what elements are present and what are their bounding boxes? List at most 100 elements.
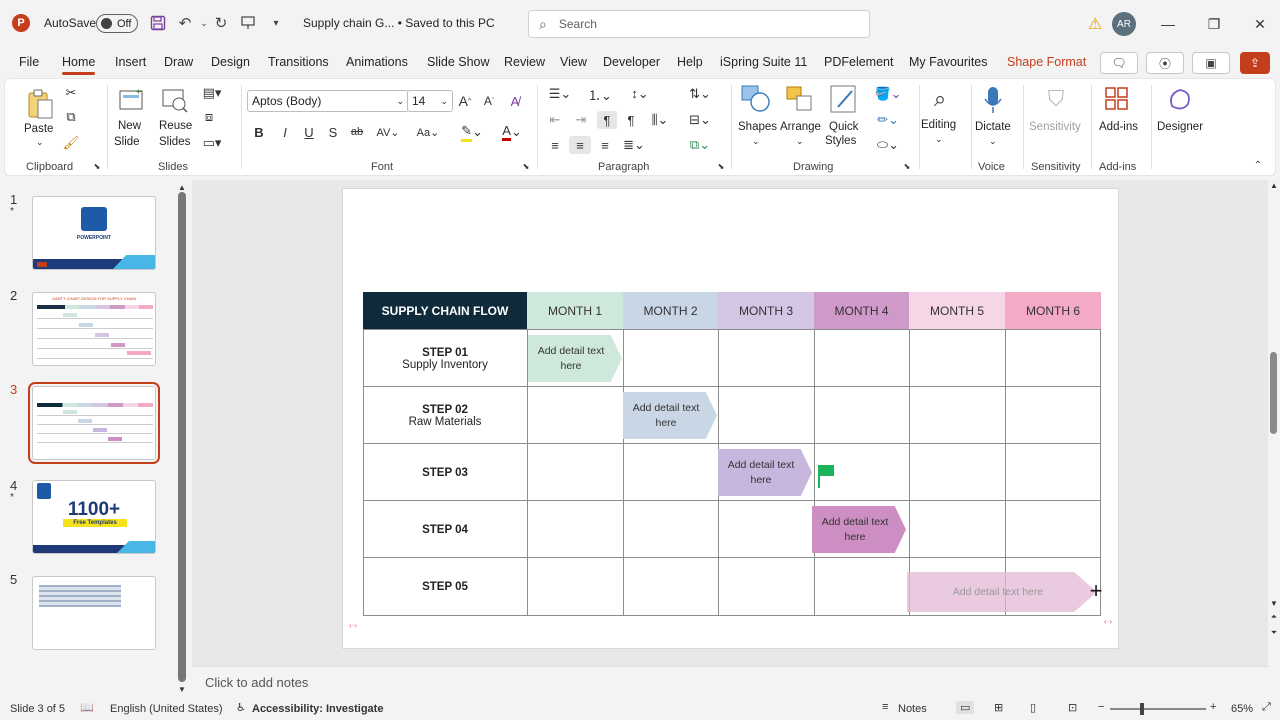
search-box[interactable]: ⌕ Search	[528, 10, 870, 38]
slide-thumbnail-3[interactable]	[28, 382, 160, 464]
close-icon[interactable]: ✕	[1248, 12, 1272, 36]
slide-sorter-icon[interactable]: ⊞	[994, 701, 1003, 714]
share-button[interactable]: ⇪	[1240, 52, 1270, 74]
slide-thumbnail-4[interactable]: 1100+ Free Templates	[32, 480, 156, 554]
shapes-label[interactable]: Shapes	[738, 120, 777, 135]
quick-styles-label-2[interactable]: Styles	[825, 134, 856, 149]
new-slide-label-1[interactable]: New	[118, 119, 141, 134]
collapse-ribbon-icon[interactable]: ⌃	[1251, 159, 1265, 171]
shape-effects-icon[interactable]: ⬭⌄	[873, 136, 903, 154]
shape-outline-icon[interactable]: ✏⌄	[873, 111, 903, 129]
month-header[interactable]: MONTH 6	[1005, 292, 1101, 330]
record-button[interactable]: ⦿	[1146, 52, 1184, 74]
align-center-icon[interactable]: ≡	[569, 136, 591, 154]
quick-styles-label-1[interactable]: Quick	[829, 120, 858, 135]
editor-scroll-down-icon[interactable]: ▼	[1268, 598, 1280, 608]
present-from-start-icon[interactable]	[238, 13, 258, 33]
task-arrow-step-3[interactable]: Add detail text here	[718, 449, 812, 496]
zoom-out-icon[interactable]: −	[1098, 701, 1104, 713]
tab-home[interactable]: Home	[62, 55, 96, 75]
resize-handle-left-icon[interactable]: ‹·›	[343, 620, 363, 630]
scroll-down-icon[interactable]: ▼	[176, 684, 188, 694]
format-painter-icon[interactable]: 🖌	[63, 135, 80, 151]
thumbnail-scrollbar[interactable]	[178, 192, 186, 682]
designer-label[interactable]: Designer	[1157, 120, 1203, 135]
font-size-select[interactable]: 14 ⌄	[407, 90, 453, 112]
tab-developer[interactable]: Developer	[603, 55, 660, 69]
tab-file[interactable]: File	[19, 55, 39, 69]
decrease-font-icon[interactable]: Aˇ	[479, 92, 499, 110]
slide-thumbnail-5[interactable]	[32, 576, 156, 650]
language-indicator[interactable]: English (United States)	[110, 703, 223, 715]
italic-icon[interactable]: I	[277, 123, 293, 141]
task-arrow-step-5[interactable]: Add detail text here	[907, 572, 1097, 612]
align-text-icon[interactable]: ⊟⌄	[685, 111, 715, 129]
minimize-icon[interactable]: —	[1156, 12, 1180, 36]
clipboard-launcher-icon[interactable]: ⬊	[92, 161, 102, 171]
reuse-slides-icon[interactable]	[160, 85, 190, 115]
font-name-select[interactable]: Aptos (Body) ⌄	[247, 90, 409, 112]
month-header[interactable]: MONTH 3	[718, 292, 814, 330]
editing-dropdown-icon[interactable]: ⌄	[935, 132, 943, 147]
notes-pane[interactable]: Click to add notes	[192, 666, 1268, 696]
align-left-icon[interactable]: ≡	[545, 136, 565, 154]
previous-slide-icon[interactable]: ⏶	[1268, 612, 1280, 622]
paste-dropdown-icon[interactable]: ⌄	[36, 135, 44, 150]
spelling-icon[interactable]: 📖	[80, 701, 94, 714]
font-color-icon[interactable]: A ⌄	[495, 123, 529, 141]
tab-insert[interactable]: Insert	[115, 55, 146, 69]
tab-animations[interactable]: Animations	[346, 55, 408, 69]
tab-view[interactable]: View	[560, 55, 587, 69]
arrange-label[interactable]: Arrange	[780, 120, 821, 135]
tab-review[interactable]: Review	[504, 55, 545, 69]
gantt-header-cell[interactable]: SUPPLY CHAIN FLOW	[363, 292, 527, 330]
arrange-dropdown-icon[interactable]: ⌄	[796, 134, 804, 149]
new-slide-label-2[interactable]: Slide	[114, 135, 140, 150]
month-header[interactable]: MONTH 1	[527, 292, 623, 330]
undo-icon[interactable]: ↶	[175, 13, 195, 33]
increase-indent-icon[interactable]: ⇥	[571, 111, 591, 129]
drawing-launcher-icon[interactable]: ⬊	[902, 161, 912, 171]
arrange-icon[interactable]	[783, 83, 817, 115]
tab-slide-show[interactable]: Slide Show	[427, 55, 490, 69]
clear-formatting-icon[interactable]: A̸	[505, 92, 525, 110]
reuse-slides-label-1[interactable]: Reuse	[159, 119, 192, 134]
editor-scrollbar[interactable]	[1268, 180, 1280, 666]
bullets-icon[interactable]: ☰⌄	[545, 85, 575, 103]
change-case-icon[interactable]: Aa⌄	[413, 123, 443, 141]
cut-icon[interactable]: ✂	[63, 85, 79, 101]
underline-icon[interactable]: U	[301, 123, 317, 141]
layout-icon[interactable]: ▤▾	[199, 85, 225, 101]
task-arrow-step-4[interactable]: Add detail text here	[812, 506, 906, 553]
step-cell[interactable]: STEP 02 Raw Materials	[363, 387, 527, 444]
editing-label[interactable]: Editing	[921, 118, 956, 133]
tab-draw[interactable]: Draw	[164, 55, 193, 69]
step-cell[interactable]: STEP 03	[363, 444, 527, 501]
reset-icon[interactable]: ⧈	[199, 109, 219, 125]
resize-handle-right-icon[interactable]: ‹·›	[1098, 616, 1118, 626]
task-arrow-step-2[interactable]: Add detail text here	[623, 392, 717, 439]
decrease-indent-icon[interactable]: ⇤	[545, 111, 565, 129]
month-header[interactable]: MONTH 5	[909, 292, 1005, 330]
task-arrow-step-1[interactable]: Add detail text here	[528, 335, 622, 382]
strikethrough-icon[interactable]: ab	[348, 123, 366, 141]
slideshow-icon[interactable]: ⊡	[1068, 701, 1077, 714]
paragraph-launcher-icon[interactable]: ⬊	[716, 161, 726, 171]
rtl-icon[interactable]: ¶	[597, 111, 617, 129]
tab-pdfelement[interactable]: PDFelement	[824, 55, 893, 69]
tab-shape-format[interactable]: Shape Format	[1007, 55, 1086, 69]
notes-icon[interactable]: ≡	[882, 701, 888, 713]
copy-icon[interactable]: ⧉	[63, 109, 79, 125]
text-direction-icon[interactable]: ⇅⌄	[685, 85, 715, 103]
tab-help[interactable]: Help	[677, 55, 703, 69]
zoom-in-icon[interactable]: +	[1210, 701, 1216, 713]
addins-icon[interactable]	[1103, 85, 1131, 113]
line-spacing-icon[interactable]: ↕⌄	[625, 85, 655, 103]
zoom-slider-knob[interactable]	[1140, 703, 1144, 715]
tab-transitions[interactable]: Transitions	[268, 55, 329, 69]
bold-icon[interactable]: B	[251, 123, 267, 141]
numbering-icon[interactable]: ⒈⌄	[585, 85, 615, 103]
zoom-slider[interactable]	[1110, 703, 1206, 715]
customize-qat-icon[interactable]: ▾	[266, 13, 286, 33]
month-header[interactable]: MONTH 4	[814, 292, 909, 330]
